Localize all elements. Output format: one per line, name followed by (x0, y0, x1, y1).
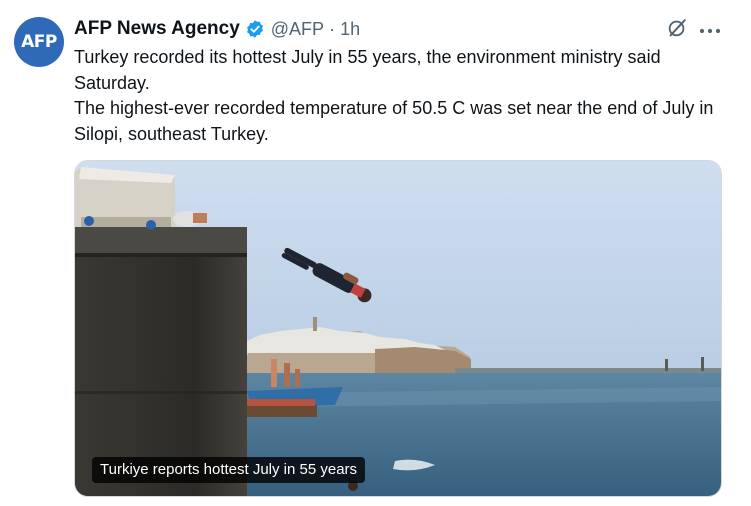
tweet-card[interactable]: AFP AFP News Agency @AFP · 1h Turkey rec… (0, 0, 751, 506)
tweet-paragraph: Turkey recorded its hottest July in 55 y… (74, 47, 661, 93)
more-options-button[interactable] (696, 17, 724, 43)
tweet-header: AFP News Agency @AFP · 1h (74, 16, 360, 42)
media-card[interactable]: Turkiye reports hottest July in 55 years (74, 160, 722, 497)
author-name[interactable]: AFP News Agency (74, 18, 240, 40)
more-options-icon (699, 21, 721, 39)
verified-badge-icon (245, 19, 265, 39)
author-handle[interactable]: @AFP (271, 19, 324, 40)
grok-icon (666, 17, 688, 44)
photo-diver (75, 161, 721, 496)
timestamp[interactable]: 1h (340, 19, 360, 40)
tweet-text: Turkey recorded its hottest July in 55 y… (74, 45, 734, 147)
tweet-paragraph: The highest-ever recorded temperature of… (74, 98, 714, 144)
avatar[interactable]: AFP (14, 17, 64, 67)
separator-dot: · (329, 18, 336, 39)
media-caption: Turkiye reports hottest July in 55 years (92, 457, 366, 483)
grok-button[interactable] (664, 17, 690, 43)
avatar-text: AFP (21, 32, 57, 52)
